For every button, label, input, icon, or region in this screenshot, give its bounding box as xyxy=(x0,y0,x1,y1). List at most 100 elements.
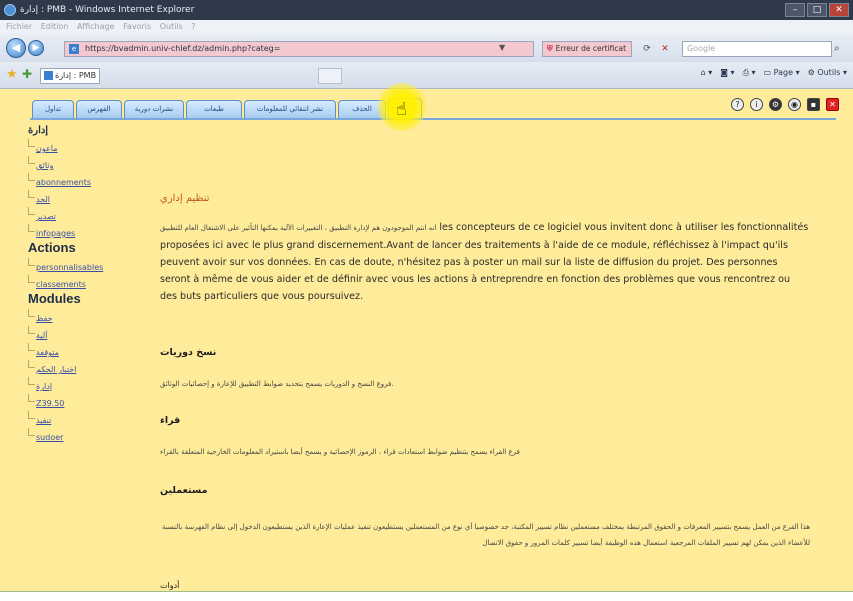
sidebar-item[interactable]: تنفيذ xyxy=(28,408,148,425)
settings-icon[interactable]: ⚙ xyxy=(769,98,782,111)
page-content: تداول الفهرس نشرات دورية طبعات نشر انتقا… xyxy=(0,83,853,591)
sidebar-item[interactable]: ماعون xyxy=(28,136,148,153)
main-panel: تنظيم إداري انه انتم الموجودون هم لإدارة… xyxy=(160,123,820,591)
sidebar-link[interactable]: تصدير xyxy=(36,212,56,221)
admin-sidebar: إدارة ماعون وثائق abonnements الحد تصدير… xyxy=(28,123,148,591)
tab-periodicals[interactable]: نشرات دورية xyxy=(124,100,184,118)
sidebar-item[interactable]: infopages xyxy=(28,221,148,238)
stop-icon[interactable]: ✕ xyxy=(658,42,672,56)
browser-tab[interactable]: إدارة : PMB xyxy=(40,68,100,84)
sidebar-item[interactable]: personnalisables xyxy=(28,255,148,272)
sidebar-link[interactable]: classements xyxy=(36,280,86,289)
sidebar-heading-actions: Actions xyxy=(28,240,76,255)
sidebar-item[interactable]: متوقفة xyxy=(28,340,148,357)
menu-edition[interactable]: Edition xyxy=(41,20,69,34)
eye-icon[interactable]: ◉ xyxy=(788,98,801,111)
feeds-icon[interactable]: ◙ ▾ xyxy=(720,68,734,78)
app-toolbar: ? i ⚙ ◉ ▪ ✕ xyxy=(731,98,839,111)
page-bottom-strip xyxy=(0,592,853,601)
sidebar-item[interactable]: الحد xyxy=(28,187,148,204)
section-text: فرع القراء يسمح بتنظيم ضوابط استعادات قر… xyxy=(160,448,520,456)
page-title: تنظيم إداري xyxy=(160,193,210,204)
search-input[interactable]: Google xyxy=(682,41,832,57)
intro-paragraph: انه انتم الموجودون هم لإدارة التطبيق ، ا… xyxy=(160,219,810,305)
print-icon[interactable]: ⎙ ▾ xyxy=(743,68,756,78)
add-favorite-icon[interactable]: ✚ xyxy=(22,67,32,81)
sidebar-link[interactable]: اختبار الحكم xyxy=(36,365,76,374)
tab-bar-underline xyxy=(30,118,836,120)
favorites-star-icon[interactable]: ★ xyxy=(6,67,18,82)
sidebar-link[interactable]: personnalisables xyxy=(36,263,103,272)
menu-favoris[interactable]: Favoris xyxy=(123,20,151,34)
certificate-error-button[interactable]: ⛨ Erreur de certificat xyxy=(542,41,632,57)
maximize-icon[interactable]: □ xyxy=(807,3,827,17)
tab-favicon-icon xyxy=(44,71,53,80)
sidebar-item[interactable]: حفظ xyxy=(28,306,148,323)
window-title: إدارة : PMB - Windows Internet Explorer xyxy=(20,5,195,15)
browser-tab-title: إدارة : PMB xyxy=(55,71,97,80)
help-icon[interactable]: ? xyxy=(731,98,744,111)
save-icon[interactable]: ▪ xyxy=(807,98,820,111)
browser-tab-row: ★ ✚ إدارة : PMB ⌂ ▾ ◙ ▾ ⎙ ▾ ▭ Page ▾ ⚙ O… xyxy=(0,62,853,89)
close-window-icon[interactable]: ✕ xyxy=(829,3,849,17)
sidebar-heading-modules: Modules xyxy=(28,291,81,306)
sidebar-link[interactable]: حفظ xyxy=(36,314,53,323)
sidebar-item[interactable]: تصدير xyxy=(28,204,148,221)
tools-menu[interactable]: ⚙ Outils ▾ xyxy=(808,68,847,78)
sidebar-item[interactable]: classements xyxy=(28,272,148,289)
intro-text: les concepteurs de ce logiciel vous invi… xyxy=(160,222,809,302)
address-dropdown-icon[interactable]: ▼ xyxy=(499,43,505,52)
sidebar-link[interactable]: Z39.50 xyxy=(36,399,64,408)
sidebar-link[interactable]: وثائق xyxy=(36,161,53,170)
sidebar-link[interactable]: ماعون xyxy=(36,144,58,153)
section-heading: مستعملين xyxy=(160,485,208,496)
menu-help[interactable]: ? xyxy=(191,20,195,34)
home-icon[interactable]: ⌂ ▾ xyxy=(701,68,713,78)
address-bar[interactable]: e https://bvadmin.univ-chlef.dz/admin.ph… xyxy=(64,41,534,57)
close-icon[interactable]: ✕ xyxy=(826,98,839,111)
search-icon[interactable]: ⌕ xyxy=(834,41,850,57)
menu-bar: Fichier Edition Affichage Favoris Outils… xyxy=(0,20,853,34)
sidebar-item[interactable]: اختبار الحكم xyxy=(28,357,148,374)
sidebar-link[interactable]: متوقفة xyxy=(36,348,59,357)
section-heading: أدوات xyxy=(160,581,180,590)
sidebar-item[interactable]: آلية xyxy=(28,323,148,340)
sidebar-link[interactable]: تنفيذ xyxy=(36,416,51,425)
ie-logo-icon xyxy=(4,4,16,16)
sidebar-heading-admin: إدارة xyxy=(28,125,49,136)
sidebar-link[interactable]: abonnements xyxy=(36,178,91,187)
sidebar-link[interactable]: آلية xyxy=(36,331,47,340)
address-url: https://bvadmin.univ-chlef.dz/admin.php?… xyxy=(85,44,281,53)
sidebar-item[interactable]: Z39.50 xyxy=(28,391,148,408)
refresh-icon[interactable]: ⟳ xyxy=(640,42,654,56)
sidebar-item[interactable]: وثائق xyxy=(28,153,148,170)
tab-circulation[interactable]: تداول xyxy=(32,100,74,118)
menu-outils[interactable]: Outils xyxy=(160,20,183,34)
tab-editions[interactable]: طبعات xyxy=(186,100,242,118)
section-text: هذا الفرع من العمل يسمح بتسيير المعرفات … xyxy=(161,523,810,547)
back-button[interactable]: ◀ xyxy=(6,38,26,58)
tab-catalog[interactable]: الفهرس xyxy=(76,100,122,118)
sidebar-link[interactable]: infopages xyxy=(36,229,75,238)
sidebar-item[interactable]: abonnements xyxy=(28,170,148,187)
sidebar-item[interactable]: إدارة xyxy=(28,374,148,391)
new-tab-button[interactable] xyxy=(318,68,342,84)
sidebar-link[interactable]: sudoer xyxy=(36,433,63,442)
sidebar-link[interactable]: الحد xyxy=(36,195,50,204)
page-favicon-icon: e xyxy=(69,44,79,54)
address-row: ◀ ▶ e https://bvadmin.univ-chlef.dz/admi… xyxy=(0,34,853,62)
menu-affichage[interactable]: Affichage xyxy=(77,20,115,34)
app-tab-bar: تداول الفهرس نشرات دورية طبعات نشر انتقا… xyxy=(0,83,853,131)
minimize-icon[interactable]: – xyxy=(785,3,805,17)
info-icon[interactable]: i xyxy=(750,98,763,111)
sidebar-link[interactable]: إدارة xyxy=(36,382,52,391)
intro-arabic: انه انتم الموجودون هم لإدارة التطبيق ، ا… xyxy=(160,224,437,232)
forward-button[interactable]: ▶ xyxy=(28,40,44,56)
page-menu[interactable]: ▭ Page ▾ xyxy=(764,68,800,78)
search-placeholder: Google xyxy=(687,44,716,53)
sidebar-item[interactable]: sudoer xyxy=(28,425,148,442)
menu-fichier[interactable]: Fichier xyxy=(6,20,32,34)
window-controls: – □ ✕ xyxy=(785,3,849,17)
section-heading: نسخ دوريات xyxy=(160,347,217,358)
tab-dsi[interactable]: نشر انتقائي للمعلومات xyxy=(244,100,336,118)
